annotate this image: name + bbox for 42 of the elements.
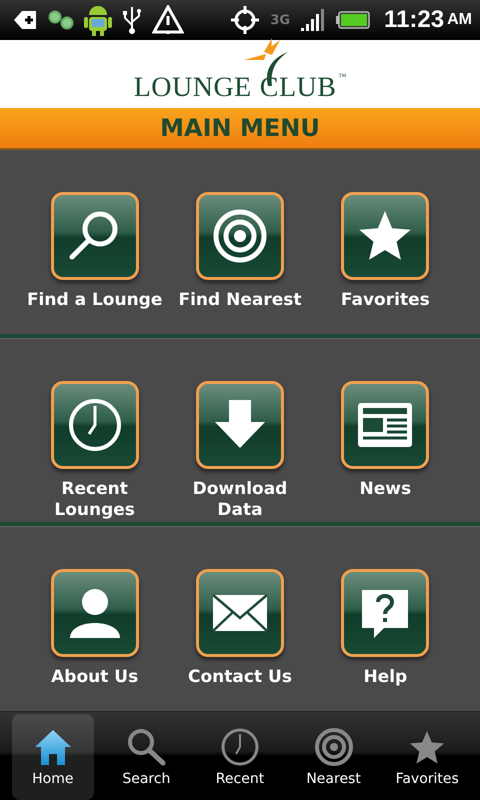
logo-word: LOUNGE xyxy=(134,72,252,104)
menu-tile[interactable] xyxy=(196,192,284,280)
tab[interactable]: Nearest xyxy=(292,714,374,800)
house-icon xyxy=(32,727,73,767)
linked-circles-icon xyxy=(48,10,74,30)
clock-icon xyxy=(220,727,260,767)
menu-label: Contact Us xyxy=(188,667,292,688)
search-icon xyxy=(126,727,166,767)
tab[interactable]: Home xyxy=(12,714,94,800)
menu-label: Find Nearest xyxy=(178,290,302,311)
menu-label: Download Data xyxy=(192,478,288,521)
clock-period: AM xyxy=(447,11,472,29)
signal-icon xyxy=(300,8,326,32)
network-type: 3G xyxy=(270,12,290,28)
menu-label: Favorites xyxy=(340,290,430,311)
logo-word: CLUB xyxy=(260,72,336,104)
menu-tile[interactable] xyxy=(50,380,139,469)
menu-label: News xyxy=(360,478,412,500)
menu-tile[interactable] xyxy=(196,380,284,469)
menu-label: Help xyxy=(363,667,408,688)
plus-tag-icon xyxy=(12,8,38,32)
battery-icon xyxy=(336,11,370,29)
tab[interactable]: Favorites xyxy=(386,714,468,800)
clock-time: 11:23 xyxy=(384,6,444,34)
menu-tile[interactable] xyxy=(341,380,430,469)
menu-label: About Us xyxy=(51,667,138,688)
menu-label: Find a Lounge xyxy=(26,290,162,311)
target-icon xyxy=(314,727,354,767)
header-title: MAIN MENU xyxy=(160,114,320,142)
menu-tile[interactable] xyxy=(196,569,284,658)
warning-icon xyxy=(152,5,184,35)
usb-icon xyxy=(122,5,142,35)
menu-tile[interactable] xyxy=(341,192,430,280)
menu-tile[interactable] xyxy=(341,569,430,658)
menu-tile[interactable] xyxy=(50,192,139,280)
crosshair-icon xyxy=(230,5,260,35)
tab[interactable]: Search xyxy=(106,714,188,800)
tab[interactable]: Recent xyxy=(199,714,281,800)
menu-label: Recent Lounges xyxy=(54,478,135,521)
menu-tile[interactable] xyxy=(50,569,139,658)
trademark: ™ xyxy=(338,72,346,81)
robot-icon xyxy=(84,3,112,37)
